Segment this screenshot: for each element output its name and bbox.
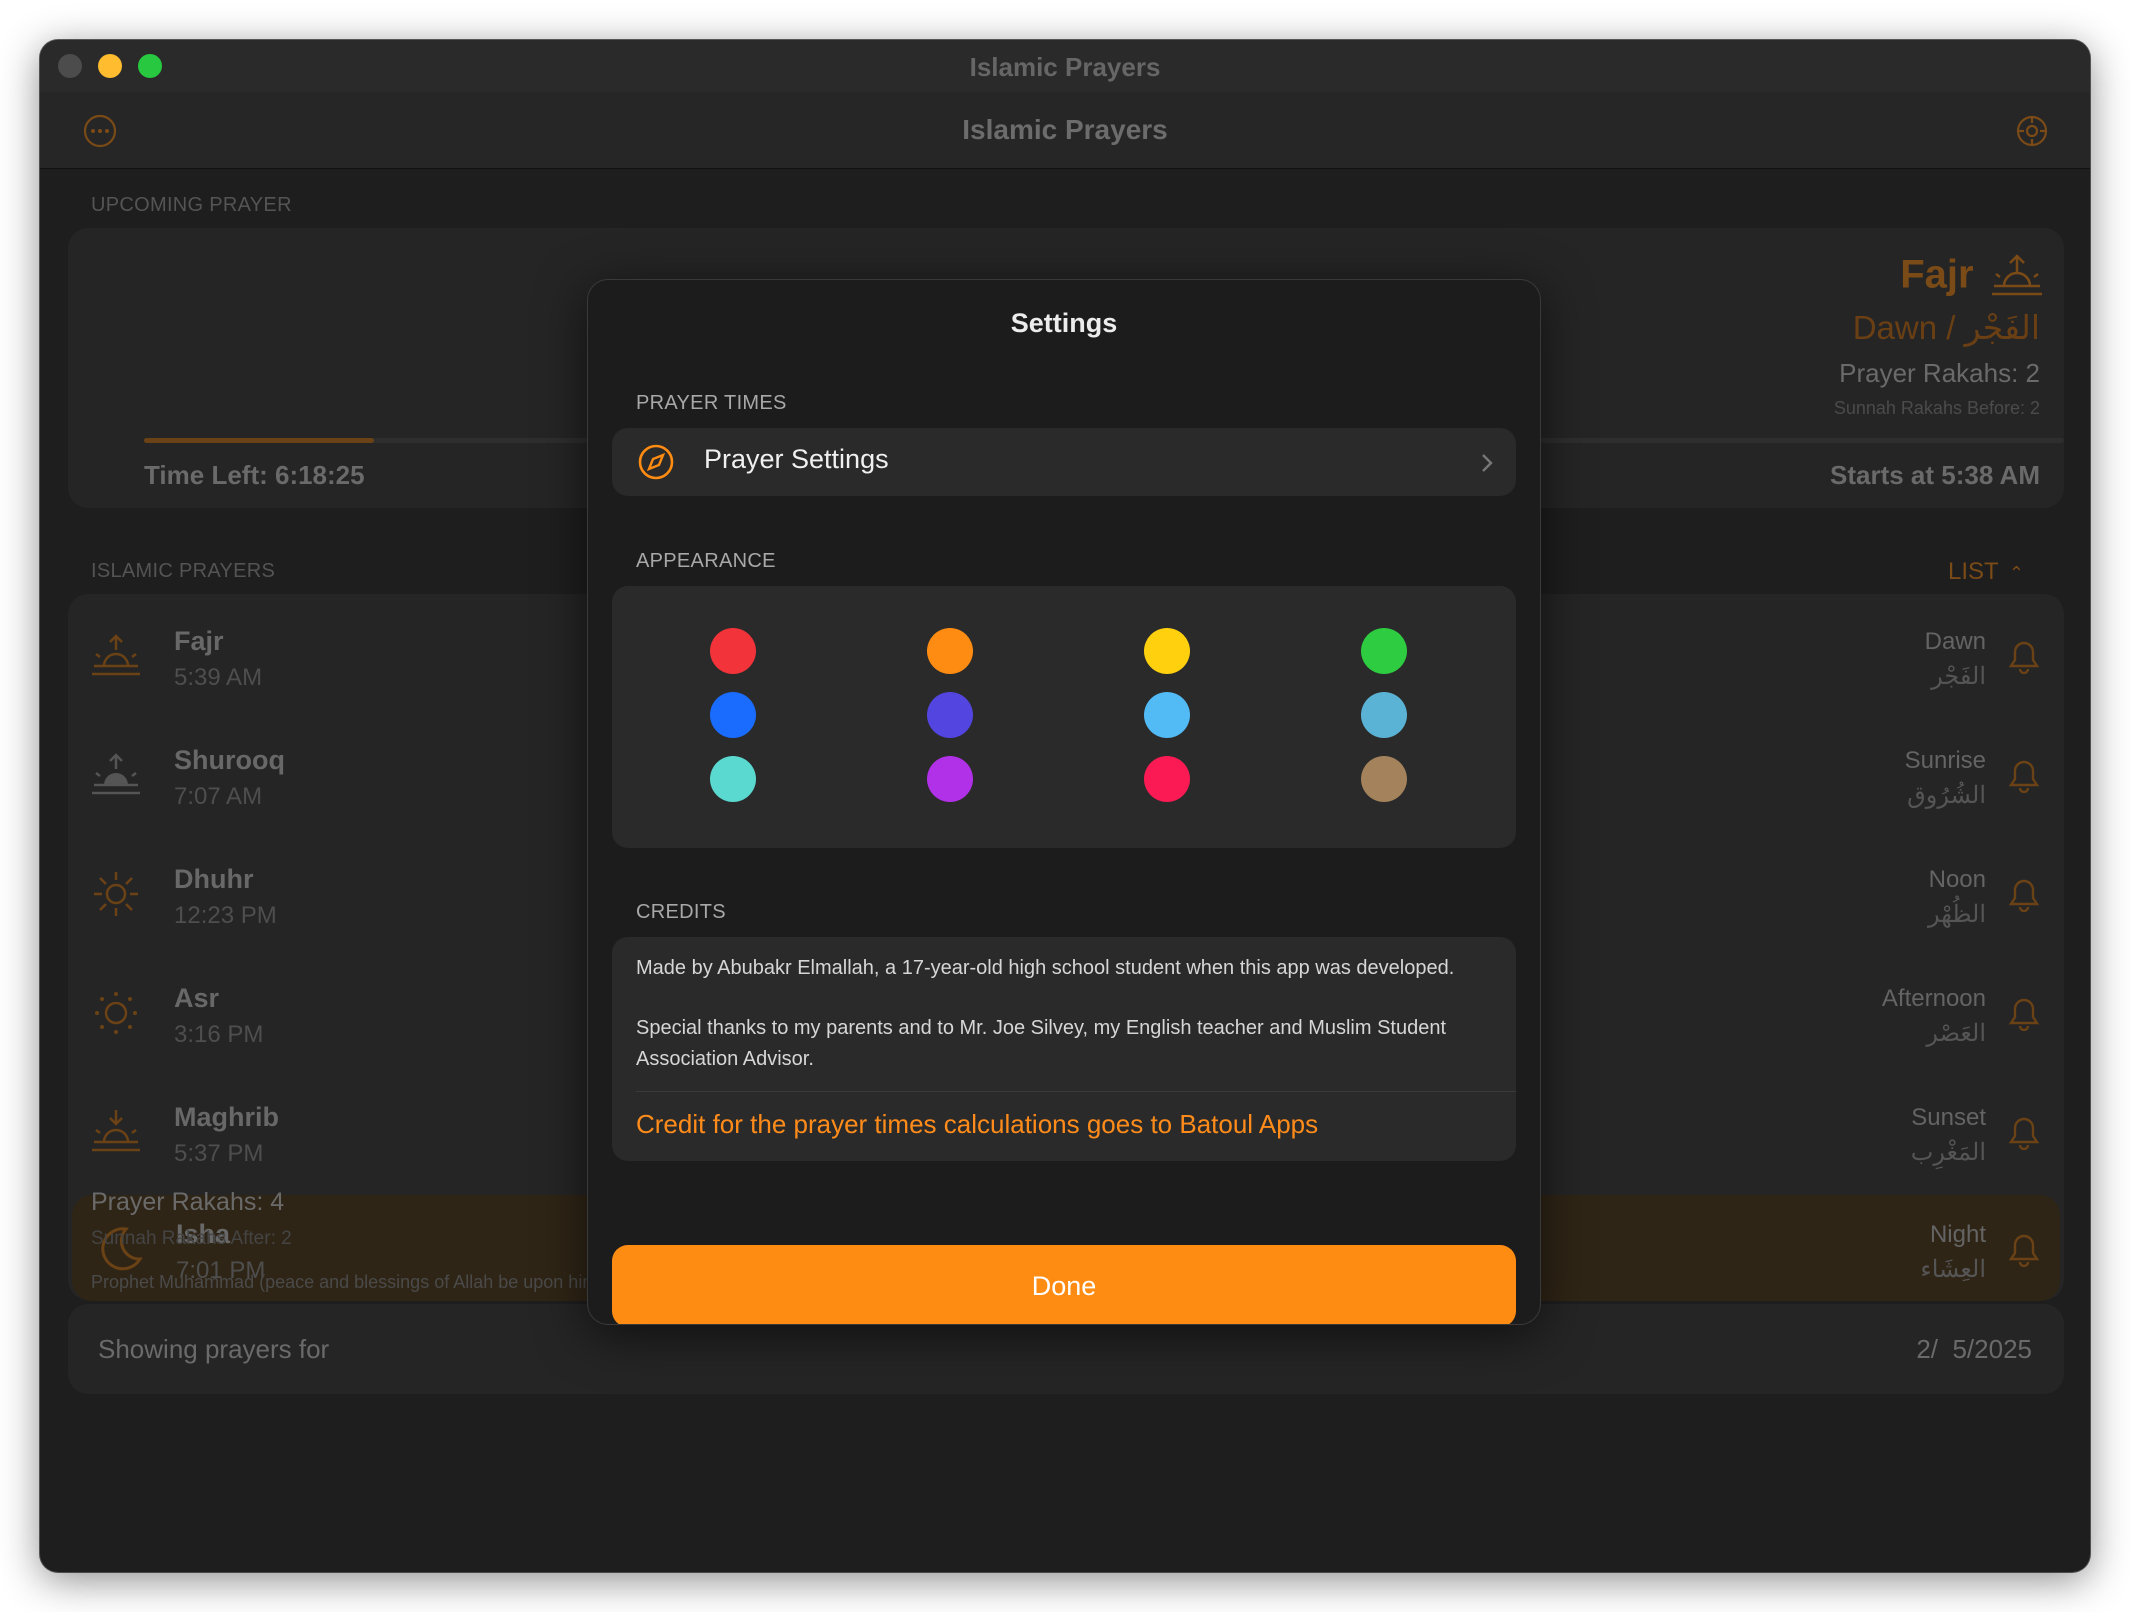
accent-color-swatch[interactable] <box>927 756 973 802</box>
prayer-arabic-name: المَغْرِب <box>1910 1139 1986 1166</box>
upcoming-info: Fajr <box>1900 252 2044 298</box>
accent-color-swatch[interactable] <box>1144 628 1190 674</box>
prayer-time: 5:39 AM <box>174 664 263 691</box>
prayer-time: 12:23 PM <box>174 902 277 929</box>
window-title: Islamic Prayers <box>969 52 1161 82</box>
accent-color-swatch[interactable] <box>710 692 756 738</box>
sunrise-fill-icon <box>92 753 140 795</box>
appearance-label: APPEARANCE <box>636 550 776 572</box>
chevron-updown-icon: ⌃ <box>2008 563 2024 583</box>
app-window: Islamic Prayers Islamic Prayers UPCOMING… <box>40 40 2090 1572</box>
date-picker[interactable]: 2/ 5/2025 <box>1916 1334 2032 1365</box>
accent-color-swatch[interactable] <box>927 628 973 674</box>
prayer-time: 3:16 PM <box>174 1021 264 1048</box>
prayer-english-name: Sunset <box>1911 1104 1986 1131</box>
prayer-arabic-name: الظُهْر <box>1928 901 1986 928</box>
credit-thanks-text: Special thanks to my parents and to Mr. … <box>636 1017 1447 1070</box>
bell-icon[interactable] <box>2008 878 2040 912</box>
sunrise-icon <box>92 634 140 676</box>
time-left: Time Left: 6:18:25 <box>144 460 365 490</box>
titlebar: Islamic Prayers <box>40 40 2090 92</box>
toolbar: Islamic Prayers <box>40 92 2090 169</box>
sun-icon <box>94 872 138 916</box>
toolbar-title: Islamic Prayers <box>962 114 1168 145</box>
prayer-name: Dhuhr <box>174 864 254 894</box>
accent-color-swatch[interactable] <box>710 628 756 674</box>
accent-color-swatch[interactable] <box>927 692 973 738</box>
chevron-right-icon <box>1482 454 1493 472</box>
upcoming-sunnah: Sunnah Rakahs Before: 2 <box>1833 398 2040 418</box>
prayer-english-name: Dawn <box>1924 628 1986 655</box>
done-button[interactable]: Done <box>612 1245 1516 1324</box>
accent-color-swatch[interactable] <box>710 756 756 802</box>
footer-label: Showing prayers for <box>98 1334 330 1364</box>
credit-divider <box>636 1091 1516 1092</box>
upcoming-section-label: UPCOMING PRAYER <box>91 194 292 216</box>
prayer-settings-label: Prayer Settings <box>704 444 889 474</box>
time-progress-fill <box>144 438 375 443</box>
credit-author-text: Made by Abubakr Elmallah, a 17-year-old … <box>636 957 1455 979</box>
bell-icon[interactable] <box>2008 640 2040 674</box>
prayer-english-name: Noon <box>1928 866 1986 893</box>
prayer-arabic-name: الشُرُوق <box>1907 782 1986 809</box>
view-mode-selector[interactable]: LIST ⌃ <box>1948 558 2024 586</box>
compass-icon <box>638 444 674 480</box>
accent-color-swatch[interactable] <box>1144 692 1190 738</box>
settings-sheet: Settings PRAYER TIMES Prayer Settings AP… <box>588 280 1540 1324</box>
prayer-arabic-name: العَصْر <box>1926 1020 1986 1047</box>
color-picker-grid <box>612 586 1516 848</box>
prayer-english-name: Night <box>1929 1221 1986 1248</box>
prayer-english-name: Afternoon <box>1881 985 1986 1012</box>
bell-icon[interactable] <box>2008 1116 2040 1150</box>
sunrise-icon <box>1992 254 2042 296</box>
prayer-name: Maghrib <box>174 1102 279 1132</box>
bell-icon[interactable] <box>2008 759 2040 793</box>
starts-at: Starts at 5:38 AM <box>1830 460 2040 490</box>
upcoming-name: Fajr <box>1900 252 1974 297</box>
prayer-arabic-name: الفَجْر <box>1931 663 1986 690</box>
detail-rakahs: Prayer Rakahs: 4 <box>91 1188 285 1216</box>
accent-color-swatch[interactable] <box>1361 692 1407 738</box>
prayer-settings-row[interactable]: Prayer Settings <box>612 428 1516 496</box>
sun-dotted-icon <box>95 992 137 1034</box>
prayer-name: Fajr <box>174 626 224 656</box>
sunset-icon <box>92 1110 140 1152</box>
bell-icon[interactable] <box>2008 997 2040 1031</box>
credits-card: Made by Abubakr Elmallah, a 17-year-old … <box>612 937 1516 1161</box>
upcoming-subtitle: Dawn / الفَجْر <box>1852 309 2040 346</box>
bell-icon[interactable] <box>2008 1233 2040 1267</box>
prayer-time: 7:07 AM <box>174 783 263 810</box>
accent-color-swatch[interactable] <box>1361 628 1407 674</box>
prayer-name: Shurooq <box>174 745 285 775</box>
prayers-section-label: ISLAMIC PRAYERS <box>91 560 276 582</box>
credits-label: CREDITS <box>636 901 726 923</box>
accent-color-swatch[interactable] <box>1361 756 1407 802</box>
prayer-time: 5:37 PM <box>174 1140 264 1167</box>
prayer-times-label: PRAYER TIMES <box>636 392 787 414</box>
batoul-apps-credit-link[interactable]: Credit for the prayer times calculations… <box>636 1109 1318 1140</box>
prayer-english-name: Sunrise <box>1904 747 1986 774</box>
prayer-name: Asr <box>174 983 220 1013</box>
detail-sunnah: Sunnah Rakahs After: 2 <box>91 1228 292 1249</box>
settings-title: Settings <box>1010 308 1118 338</box>
view-mode-label: LIST <box>1947 558 1999 585</box>
accent-color-swatch[interactable] <box>1144 756 1190 802</box>
gear-icon[interactable] <box>2014 113 2050 149</box>
prayer-arabic-name: العِشَاء <box>1920 1256 1986 1283</box>
upcoming-rakahs: Prayer Rakahs: 2 <box>1839 358 2040 388</box>
